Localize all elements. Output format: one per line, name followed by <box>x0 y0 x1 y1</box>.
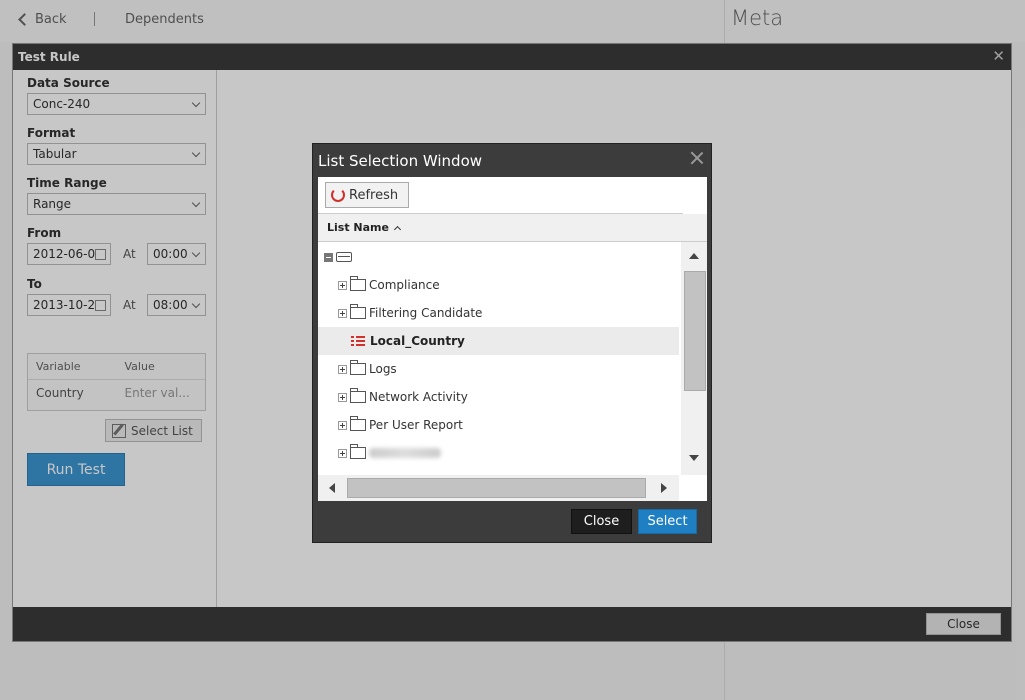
expand-icon[interactable] <box>338 392 347 402</box>
refresh-button[interactable]: Refresh <box>325 182 409 208</box>
scroll-right-icon[interactable] <box>661 483 667 493</box>
scroll-left-icon[interactable] <box>329 483 335 493</box>
tree-item-per-user-report[interactable]: Per User Report <box>318 411 679 439</box>
list-tree: Compliance Filtering Candidate Local_Cou… <box>318 242 679 475</box>
tree-item-compliance[interactable]: Compliance <box>318 271 679 299</box>
list-selection-title: List Selection Window <box>318 152 483 170</box>
list-toolbar: Refresh <box>318 177 707 214</box>
list-name-column-header[interactable]: List Name <box>318 214 707 242</box>
horizontal-scroll-thumb[interactable] <box>347 478 646 498</box>
tree-item-filtering-candidate[interactable]: Filtering Candidate <box>318 299 679 327</box>
tree-item-logs[interactable]: Logs <box>318 355 679 383</box>
tree-item-label: Compliance <box>369 278 440 292</box>
list-icon <box>351 335 365 347</box>
folder-icon <box>350 360 366 375</box>
expand-icon[interactable] <box>338 280 347 290</box>
tree-item-label: Logs <box>369 362 397 376</box>
scroll-down-icon[interactable] <box>689 455 699 461</box>
tree-item-label: Network Activity <box>369 390 468 404</box>
folder-icon <box>350 304 366 319</box>
expand-icon[interactable] <box>338 364 347 374</box>
tree-item-label: Per User Report <box>369 418 463 432</box>
folder-icon <box>350 416 366 431</box>
tree-item-local-country[interactable]: Local_Country <box>318 327 679 355</box>
close-icon[interactable] <box>689 150 705 166</box>
expand-icon[interactable] <box>338 448 347 458</box>
expand-icon[interactable] <box>338 308 347 318</box>
horizontal-scrollbar[interactable] <box>318 475 679 501</box>
tree-item-network-activity[interactable]: Network Activity <box>318 383 679 411</box>
collapse-icon[interactable] <box>324 252 333 262</box>
close-button[interactable]: Close <box>571 509 632 534</box>
list-selection-body: Refresh List Name Compliance Filtering C… <box>318 177 707 501</box>
list-name-header-label: List Name <box>327 221 389 234</box>
vertical-scrollbar[interactable] <box>681 242 707 475</box>
expand-icon[interactable] <box>338 420 347 430</box>
refresh-icon <box>331 188 345 202</box>
folder-icon <box>350 388 366 403</box>
tree-item-label: Filtering Candidate <box>369 306 483 320</box>
folder-icon <box>350 444 366 459</box>
drive-icon <box>336 252 352 262</box>
refresh-label: Refresh <box>349 187 399 203</box>
sort-ascending-icon <box>393 225 402 233</box>
list-selection-header: List Selection Window <box>313 144 711 177</box>
redacted-label <box>369 448 441 458</box>
scroll-up-icon[interactable] <box>689 253 699 259</box>
list-selection-window: List Selection Window Refresh List Name … <box>312 143 712 543</box>
vertical-scroll-thumb[interactable] <box>684 271 706 391</box>
folder-icon <box>350 276 366 291</box>
list-selection-footer: Close Select <box>313 501 711 542</box>
tree-root[interactable] <box>318 243 679 271</box>
tree-item-redacted[interactable] <box>318 439 679 467</box>
tree-item-label: Local_Country <box>370 334 465 348</box>
select-button[interactable]: Select <box>638 509 697 534</box>
